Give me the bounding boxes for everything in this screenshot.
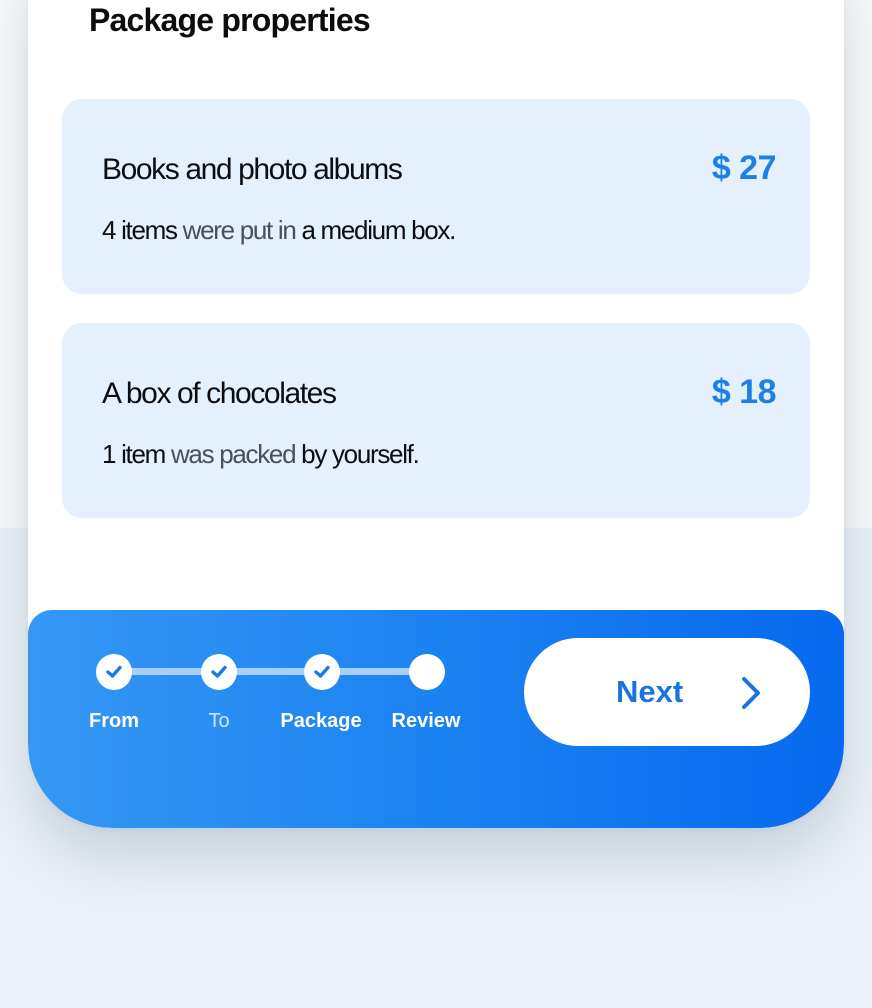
item-verb: was packed: [165, 439, 302, 469]
item-packing: by yourself.: [301, 439, 420, 469]
progress-stepper: From To Package Review: [28, 610, 498, 828]
stepper-track: [114, 668, 428, 675]
step-label-review[interactable]: Review: [371, 710, 481, 733]
bottom-action-bar: From To Package Review Next: [28, 610, 844, 828]
package-item-card[interactable]: Books and photo albums $ 27 4 items were…: [62, 99, 810, 294]
check-icon: [211, 665, 227, 678]
item-description: 4 items were put in a medium box.: [102, 215, 456, 246]
check-icon: [106, 665, 122, 678]
next-button-label: Next: [616, 674, 684, 709]
phone-screen: Package properties Books and photo album…: [28, 0, 844, 828]
check-icon: [314, 665, 330, 678]
chevron-right-icon: [742, 677, 760, 709]
step-package-dot[interactable]: [304, 654, 340, 690]
step-label-to[interactable]: To: [164, 710, 274, 733]
item-description: 1 item was packed by yourself.: [102, 439, 420, 470]
item-price: $ 27: [711, 149, 777, 187]
step-review-dot[interactable]: [409, 654, 445, 690]
item-packing: a medium box.: [301, 215, 456, 245]
item-price: $ 18: [711, 373, 777, 411]
step-from-dot[interactable]: [96, 654, 132, 690]
next-button[interactable]: Next: [524, 638, 810, 746]
item-title: Books and photo albums: [102, 153, 403, 186]
item-verb: were put in: [176, 215, 302, 245]
step-label-from[interactable]: From: [59, 710, 169, 733]
step-label-package[interactable]: Package: [266, 710, 376, 733]
item-count: 4 items: [102, 215, 178, 245]
item-title: A box of chocolates: [102, 377, 337, 410]
item-count: 1 item: [102, 439, 166, 469]
package-item-card[interactable]: A box of chocolates $ 18 1 item was pack…: [62, 323, 810, 518]
step-to-dot[interactable]: [201, 654, 237, 690]
section-title: Package properties: [89, 2, 371, 38]
